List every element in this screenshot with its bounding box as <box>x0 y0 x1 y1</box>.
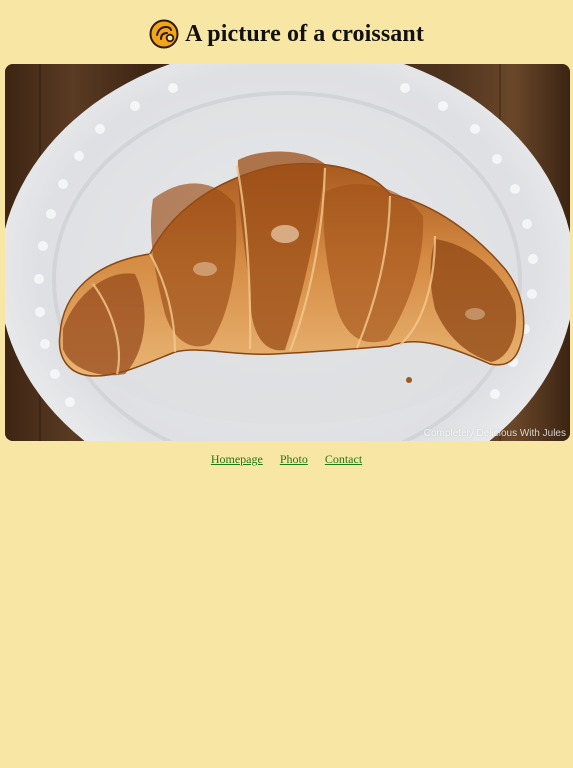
nav-link-homepage[interactable]: Homepage <box>211 452 263 466</box>
croissant-photo: Completely Delicious With Jules <box>5 64 570 441</box>
nav-link-photo[interactable]: Photo <box>280 452 308 466</box>
nav-link-contact[interactable]: Contact <box>325 452 362 466</box>
page-header: A picture of a croissant <box>0 17 573 51</box>
page: A picture of a croissant Completely Deli… <box>0 0 573 768</box>
croissant-icon <box>149 19 179 49</box>
croissant-image <box>5 64 570 441</box>
footer-nav: Homepage Photo Contact <box>0 452 573 467</box>
page-title: A picture of a croissant <box>185 20 424 47</box>
photo-watermark: Completely Delicious With Jules <box>423 428 566 439</box>
